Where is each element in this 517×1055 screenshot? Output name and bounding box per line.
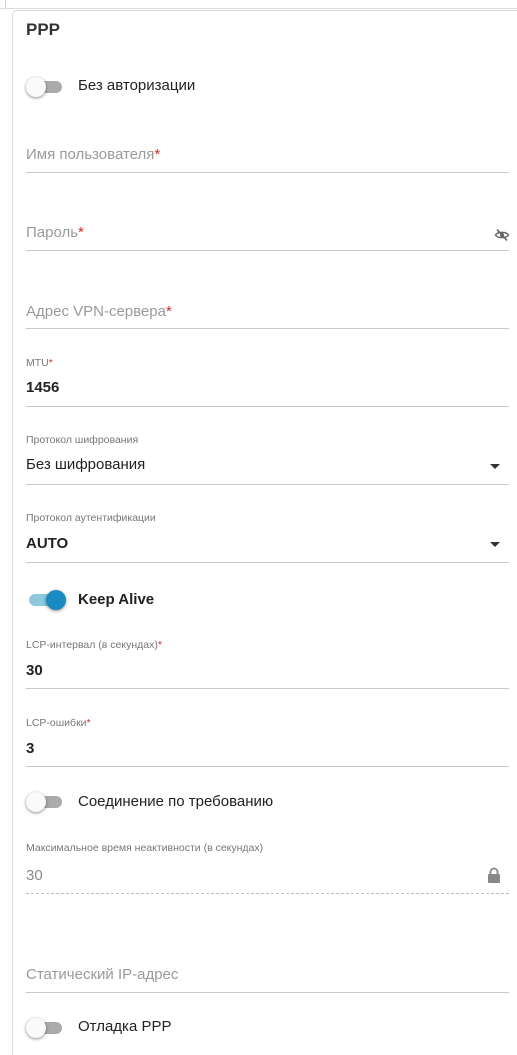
username-placeholder: Имя пользователя xyxy=(26,146,155,163)
max-idle-input: 30 xyxy=(26,867,43,884)
mtu-input[interactable]: 1456 xyxy=(26,379,59,396)
lock-icon xyxy=(488,867,500,883)
lcp-failures-underline xyxy=(26,766,509,767)
eye-slash-icon[interactable] xyxy=(494,228,510,242)
required-mark: * xyxy=(165,303,172,320)
lcp-interval-label: LCP-интервал (в секундах)* xyxy=(26,639,162,651)
required-mark: * xyxy=(78,224,84,241)
chevron-down-icon[interactable] xyxy=(490,542,500,547)
keep-alive-toggle[interactable] xyxy=(26,590,66,610)
ppp-debug-toggle[interactable] xyxy=(26,1018,66,1038)
encryption-select[interactable]: Без шифрования xyxy=(26,456,145,473)
static-ip-field[interactable]: Статический IP-адрес xyxy=(26,966,178,983)
mtu-label: MTU* xyxy=(26,357,53,369)
lcp-failures-label: LCP-ошибки* xyxy=(26,717,91,729)
chevron-down-icon[interactable] xyxy=(490,464,500,469)
required-mark: * xyxy=(154,146,161,163)
encryption-label: Протокол шифрования xyxy=(26,434,139,446)
vpn-server-field[interactable]: Адрес VPN-сервера* xyxy=(26,303,172,320)
dial-on-demand-toggle[interactable] xyxy=(26,792,66,812)
section-title: PPP xyxy=(26,20,61,39)
no-auth-label: Без авторизации xyxy=(78,77,196,94)
ppp-debug-label: Отладка PPP xyxy=(78,1018,172,1035)
vpn-server-placeholder: Адрес VPN-сервера xyxy=(26,303,166,320)
vpn-server-underline xyxy=(26,328,509,329)
ppp-panel xyxy=(12,10,517,1055)
username-underline xyxy=(26,172,509,173)
encryption-underline xyxy=(26,484,509,485)
static-ip-underline xyxy=(26,992,509,993)
auth-protocol-underline xyxy=(26,562,509,563)
mtu-underline xyxy=(26,406,509,407)
password-placeholder: Пароль xyxy=(26,224,79,241)
lcp-interval-underline xyxy=(26,688,509,689)
max-idle-underline xyxy=(26,893,509,894)
no-auth-toggle[interactable] xyxy=(26,77,66,97)
username-field[interactable]: Имя пользователя* xyxy=(26,146,160,163)
top-border xyxy=(0,0,517,9)
password-field[interactable]: Пароль* xyxy=(26,224,84,241)
lcp-failures-input[interactable]: 3 xyxy=(26,740,34,757)
auth-protocol-label: Протокол аутентификации xyxy=(26,512,156,524)
auth-protocol-select[interactable]: AUTO xyxy=(26,535,68,552)
dial-on-demand-label: Соединение по требованию xyxy=(78,793,274,810)
lcp-interval-input[interactable]: 30 xyxy=(26,662,43,679)
keep-alive-label: Keep Alive xyxy=(78,591,155,608)
max-idle-label: Максимальное время неактивности (в секун… xyxy=(26,842,264,854)
password-underline xyxy=(26,250,509,251)
